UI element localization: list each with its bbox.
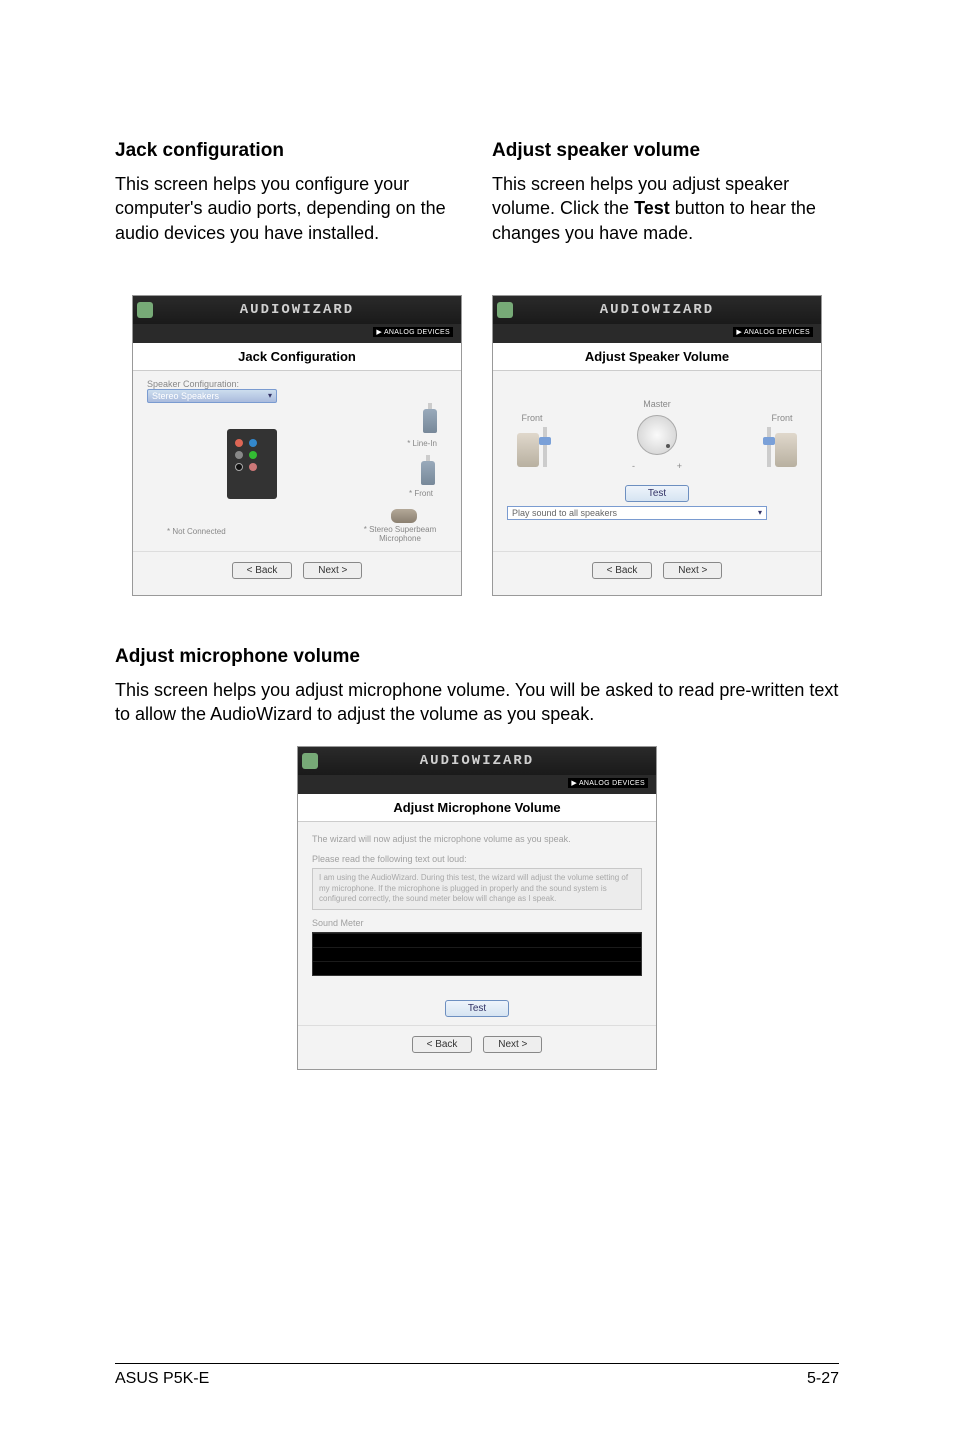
mic-wizard-footer: < Back Next >: [298, 1025, 656, 1069]
footer-page-number: 5-27: [807, 1370, 839, 1388]
back-button[interactable]: < Back: [412, 1036, 473, 1053]
plus-icon: +: [677, 461, 682, 471]
plug-icon-linein: [423, 409, 437, 433]
chevron-down-icon: ▾: [268, 391, 272, 400]
jack-intro: Jack configuration This screen helps you…: [115, 140, 462, 255]
front-right-speaker: Front: [767, 413, 797, 471]
jack-diagram: * Line-In * Front * Not Connected * Ster…: [147, 409, 447, 539]
help-icon[interactable]: [497, 302, 513, 318]
master-knob[interactable]: [637, 415, 677, 455]
jack-wizard-body: Speaker Configuration: Stereo Speakers ▾…: [133, 371, 461, 551]
wizard-title: AUDIOWIZARD: [503, 302, 811, 318]
microphone-device-icon: [391, 509, 417, 523]
jack-desc: This screen helps you configure your com…: [115, 172, 462, 245]
wizard-title: AUDIOWIZARD: [308, 753, 646, 769]
master-volume: Master - +: [632, 399, 682, 471]
page-footer: ASUS P5K-E 5-27: [115, 1363, 839, 1388]
help-icon[interactable]: [137, 302, 153, 318]
wizard-title: AUDIOWIZARD: [143, 302, 451, 318]
jack-linein-label: * Line-In: [407, 439, 437, 448]
mic-read-text: I am using the AudioWizard. During this …: [312, 868, 642, 909]
mic-heading: Adjust microphone volume: [115, 646, 839, 668]
jack-heading: Jack configuration: [115, 140, 462, 162]
jack-dot: [235, 439, 243, 447]
jack-wizard-window: AUDIOWIZARD ▶ ANALOG DEVICES Jack Config…: [132, 295, 462, 596]
front-right-label: Front: [767, 413, 797, 423]
jack-notconnected-label: * Not Connected: [167, 527, 226, 536]
test-button[interactable]: Test: [625, 485, 689, 502]
jack-dot: [235, 451, 243, 459]
front-left-label: Front: [517, 413, 547, 423]
speaker-intro: Adjust speaker volume This screen helps …: [492, 140, 839, 255]
speaker-icon: [775, 433, 797, 467]
play-sound-dropdown[interactable]: Play sound to all speakers ▾: [507, 506, 767, 520]
mic-line1: The wizard will now adjust the microphon…: [312, 834, 642, 844]
back-button[interactable]: < Back: [232, 562, 293, 579]
jack-wizard-footer: < Back Next >: [133, 551, 461, 595]
back-button[interactable]: < Back: [592, 562, 653, 579]
mic-line2: Please read the following text out loud:: [312, 854, 642, 864]
jack-wizard-header: Jack Configuration: [133, 343, 461, 371]
brand-bar: ▶ ANALOG DEVICES: [298, 775, 656, 794]
analog-devices-logo: ▶ ANALOG DEVICES: [373, 327, 453, 337]
mic-wizard-titlebar: AUDIOWIZARD: [298, 747, 656, 775]
mic-wizard-window: AUDIOWIZARD ▶ ANALOG DEVICES Adjust Micr…: [297, 746, 657, 1069]
brand-bar: ▶ ANALOG DEVICES: [493, 324, 821, 343]
jack-dot: [235, 463, 243, 471]
speaker-controls: Front Master - + Front: [507, 379, 807, 471]
speaker-config-dropdown[interactable]: Stereo Speakers ▾: [147, 389, 277, 403]
brand-bar: ▶ ANALOG DEVICES: [133, 324, 461, 343]
jack-wizard-titlebar: AUDIOWIZARD: [133, 296, 461, 324]
next-button[interactable]: Next >: [303, 562, 362, 579]
chevron-down-icon: ▾: [758, 508, 762, 517]
speaker-heading: Adjust speaker volume: [492, 140, 839, 162]
speaker-wizard-window: AUDIOWIZARD ▶ ANALOG DEVICES Adjust Spea…: [492, 295, 822, 596]
analog-devices-logo: ▶ ANALOG DEVICES: [568, 778, 648, 788]
jack-mic-label: * Stereo Superbeam Microphone: [355, 525, 445, 543]
plug-icon-front: [421, 461, 435, 485]
speaker-config-label: Speaker Configuration:: [147, 379, 447, 389]
mic-wizard-header: Adjust Microphone Volume: [298, 794, 656, 822]
test-button[interactable]: Test: [445, 1000, 509, 1017]
speaker-desc-bold: Test: [634, 198, 670, 218]
sound-meter-label: Sound Meter: [312, 918, 642, 928]
jack-dot: [249, 463, 257, 471]
speaker-wizard-footer: < Back Next >: [493, 551, 821, 595]
next-button[interactable]: Next >: [663, 562, 722, 579]
front-left-slider[interactable]: [543, 427, 547, 467]
master-label: Master: [632, 399, 682, 409]
next-button[interactable]: Next >: [483, 1036, 542, 1053]
speaker-wizard-titlebar: AUDIOWIZARD: [493, 296, 821, 324]
front-left-speaker: Front: [517, 413, 547, 471]
wizard-screenshots-row: AUDIOWIZARD ▶ ANALOG DEVICES Jack Config…: [115, 295, 839, 596]
speaker-config-value: Stereo Speakers: [152, 391, 219, 401]
front-right-slider[interactable]: [767, 427, 771, 467]
jack-dot: [249, 451, 257, 459]
footer-product: ASUS P5K-E: [115, 1370, 209, 1388]
sound-meter: [312, 932, 642, 976]
mic-wizard-body: The wizard will now adjust the microphon…: [298, 822, 656, 1024]
play-sound-value: Play sound to all speakers: [512, 508, 617, 518]
mic-desc: This screen helps you adjust microphone …: [115, 678, 839, 727]
jack-panel: [227, 429, 277, 499]
speaker-wizard-header: Adjust Speaker Volume: [493, 343, 821, 371]
speaker-icon: [517, 433, 539, 467]
speaker-wizard-body: Front Master - + Front: [493, 371, 821, 551]
jack-front-label: * Front: [409, 489, 433, 498]
analog-devices-logo: ▶ ANALOG DEVICES: [733, 327, 813, 337]
jack-dot: [249, 439, 257, 447]
help-icon[interactable]: [302, 753, 318, 769]
minus-icon: -: [632, 461, 635, 471]
intro-columns: Jack configuration This screen helps you…: [115, 140, 839, 255]
mic-wizard-wrap: AUDIOWIZARD ▶ ANALOG DEVICES Adjust Micr…: [115, 746, 839, 1069]
speaker-desc: This screen helps you adjust speaker vol…: [492, 172, 839, 245]
